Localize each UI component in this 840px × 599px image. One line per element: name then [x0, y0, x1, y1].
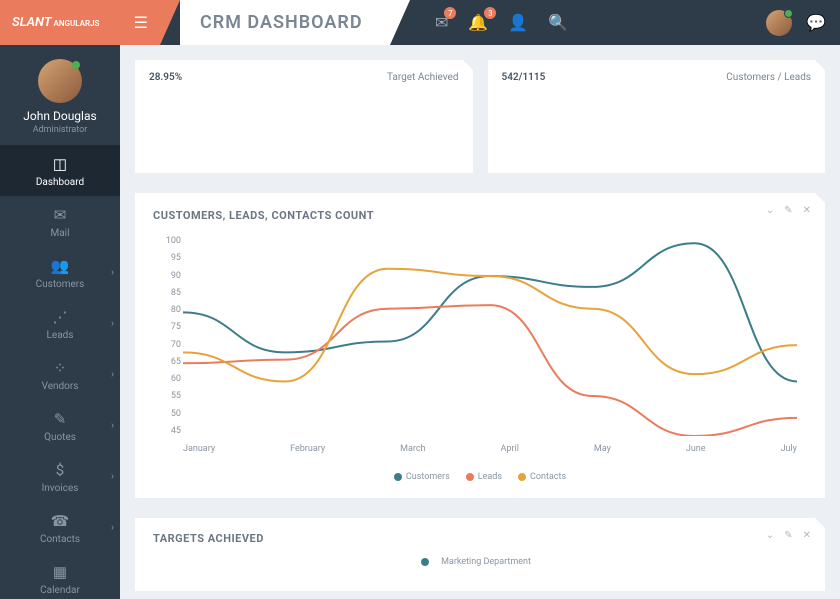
targets-title: TARGETS ACHIEVED: [153, 532, 807, 545]
user-icon[interactable]: 👤: [508, 13, 528, 32]
mail-icon: ✉: [6, 206, 114, 224]
vendors-icon: ⁘: [6, 359, 114, 377]
leads-icon: ⋰: [6, 308, 114, 326]
chevron-right-icon: ›: [111, 420, 114, 431]
profile: John Douglas Administrator: [0, 45, 120, 145]
page-title: CRM DASHBOARD: [200, 12, 363, 33]
customers-icon: 👥: [6, 257, 114, 275]
edit-icon[interactable]: ✎: [784, 530, 792, 541]
invoices-icon: $: [6, 461, 114, 479]
sidebar: John Douglas Administrator ◫Dashboard✉Ma…: [0, 45, 120, 599]
search-icon[interactable]: 🔍: [548, 13, 568, 32]
card-tools: ⌄ ✎ ✕: [766, 530, 811, 541]
page-title-area: CRM DASHBOARD: [180, 0, 390, 45]
close-icon[interactable]: ✕: [803, 205, 811, 216]
mail-badge: 7: [444, 7, 456, 19]
clc-title: CUSTOMERS, LEADS, CONTACTS COUNT: [153, 209, 807, 222]
profile-role: Administrator: [0, 125, 120, 135]
nav-list: ◫Dashboard✉Mail👥Customers›⋰Leads›⁘Vendor…: [0, 145, 120, 599]
profile-name: John Douglas: [0, 109, 120, 123]
chevron-right-icon: ›: [111, 369, 114, 380]
chevron-right-icon: ›: [111, 522, 114, 533]
sidebar-item-leads[interactable]: ⋰Leads›: [0, 298, 120, 349]
chevron-right-icon: ›: [111, 318, 114, 329]
customers-value: 542/1115: [502, 72, 546, 83]
sidebar-item-invoices[interactable]: $Invoices›: [0, 451, 120, 502]
collapse-icon[interactable]: ⌄: [766, 205, 774, 216]
main-content: 28.95% Target Achieved 542/1115 Customer…: [120, 45, 840, 599]
target-label: Target Achieved: [387, 72, 458, 83]
chevron-right-icon: ›: [111, 267, 114, 278]
customers-bars: [502, 91, 812, 161]
card-customers-leads: 542/1115 Customers / Leads: [488, 60, 826, 173]
dashboard-icon: ◫: [6, 155, 114, 173]
sidebar-item-contacts[interactable]: ☎Contacts›: [0, 502, 120, 553]
card-targets-achieved: TARGETS ACHIEVED ⌄ ✎ ✕ Marketing Departm…: [135, 518, 825, 591]
chat-icon[interactable]: 💬: [806, 13, 826, 32]
chevron-right-icon: ›: [111, 471, 114, 482]
contacts-icon: ☎: [6, 512, 114, 530]
sidebar-item-vendors[interactable]: ⁘Vendors›: [0, 349, 120, 400]
avatar[interactable]: [766, 10, 792, 36]
sidebar-item-quotes[interactable]: ✎Quotes›: [0, 400, 120, 451]
bell-icon[interactable]: 🔔3: [468, 13, 488, 32]
legend: CustomersLeadsContacts: [153, 472, 807, 482]
collapse-icon[interactable]: ⌄: [766, 530, 774, 541]
customers-label: Customers / Leads: [726, 72, 811, 83]
quotes-icon: ✎: [6, 410, 114, 428]
bell-badge: 3: [484, 7, 496, 19]
topbar: SLANTANGULARJS ☰ CRM DASHBOARD ✉7 🔔3 👤 🔍…: [0, 0, 840, 45]
card-clc-chart: CUSTOMERS, LEADS, CONTACTS COUNT ⌄ ✎ ✕ 1…: [135, 193, 825, 498]
calendar-icon: ▦: [6, 563, 114, 581]
close-icon[interactable]: ✕: [803, 530, 811, 541]
sidebar-item-mail[interactable]: ✉Mail: [0, 196, 120, 247]
topbar-actions: ✉7 🔔3 👤 🔍 💬: [390, 0, 840, 45]
card-tools: ⌄ ✎ ✕: [766, 205, 811, 216]
line-chart: 1009590858075706560555045 JanuaryFebruar…: [153, 236, 807, 466]
mail-icon[interactable]: ✉7: [435, 13, 448, 32]
sidebar-item-dashboard[interactable]: ◫Dashboard: [0, 145, 120, 196]
edit-icon[interactable]: ✎: [784, 205, 792, 216]
target-value: 28.95%: [149, 72, 182, 83]
brand-logo: SLANTANGULARJS: [12, 15, 99, 30]
target-bars: [149, 91, 459, 161]
sidebar-item-calendar[interactable]: ▦Calendar: [0, 553, 120, 599]
profile-avatar[interactable]: [38, 59, 82, 103]
sidebar-item-customers[interactable]: 👥Customers›: [0, 247, 120, 298]
logo-area: SLANTANGULARJS ☰: [0, 0, 160, 45]
menu-toggle-icon[interactable]: ☰: [134, 13, 148, 32]
card-target-achieved: 28.95% Target Achieved: [135, 60, 473, 173]
